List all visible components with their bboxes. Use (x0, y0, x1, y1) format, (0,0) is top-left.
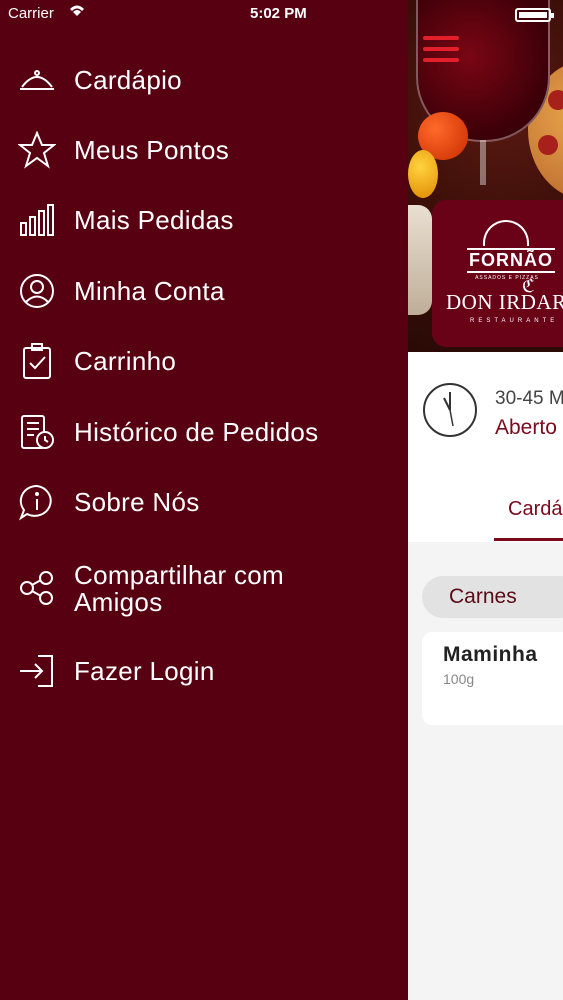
login-icon (18, 652, 56, 690)
menu-item-meus-pontos[interactable]: Meus Pontos (0, 120, 408, 180)
menu-item-carrinho[interactable]: Carrinho (0, 331, 408, 391)
hamburger-menu-icon[interactable] (423, 36, 459, 69)
bar-chart-icon (18, 201, 56, 239)
menu-item-minha-conta[interactable]: Minha Conta (0, 261, 408, 321)
logo-don-irdara: DON IRDARA (446, 290, 563, 314)
yellow-tomato-image (408, 150, 438, 198)
status-bar: Carrier 5:02 PM (0, 0, 563, 30)
category-header[interactable]: Carnes (422, 576, 563, 618)
tab-active-indicator (494, 538, 563, 541)
menu-item-sobre-nos[interactable]: Sobre Nós (0, 472, 408, 532)
menu-item-label: Minha Conta (74, 275, 225, 306)
clock-icon (423, 383, 477, 437)
clipboard-check-icon (18, 342, 56, 380)
menu-item-label: Cardápio (74, 64, 182, 95)
hero-image: FORNÃO ASSADOS E PIZZAS ℭ DON IRDARA RES… (408, 0, 563, 352)
menu-item-cardapio[interactable]: Cardápio (0, 50, 408, 110)
mushroom-image (408, 205, 432, 315)
user-circle-icon (18, 272, 56, 310)
receipt-clock-icon (18, 413, 56, 451)
category-label: Carnes (449, 585, 517, 608)
menu-item-label: Carrinho (74, 345, 177, 376)
restaurant-info: 30-45 M Aberto (408, 352, 563, 471)
delivery-time: 30-45 M (495, 388, 563, 409)
menu-item-historico[interactable]: Histórico de Pedidos (0, 402, 408, 462)
menu-item-label: Mais Pedidas (74, 204, 234, 235)
battery-icon (515, 8, 554, 22)
menu-item-label: Fazer Login (74, 655, 215, 686)
side-drawer: Cardápio Meus Pontos Mais Pedidas Minha … (0, 0, 408, 1000)
menu-item-label: Meus Pontos (74, 134, 230, 165)
open-status: Aberto (495, 416, 557, 439)
product-name: Maminha (443, 643, 538, 666)
menu-item-label: Histórico de Pedidos (74, 416, 319, 447)
menu-item-fazer-login[interactable]: Fazer Login (0, 641, 408, 701)
menu-item-compartilhar[interactable]: Compartilhar com Amigos (0, 558, 408, 618)
info-bubble-icon (18, 483, 56, 521)
restaurant-logo: FORNÃO ASSADOS E PIZZAS ℭ DON IRDARA RES… (432, 200, 563, 347)
share-icon (18, 569, 56, 607)
carrier-label: Carrier (8, 5, 54, 22)
product-description: 100g (443, 671, 475, 687)
status-time: 5:02 PM (250, 5, 307, 22)
cloche-icon (18, 61, 56, 99)
star-icon (18, 131, 56, 169)
tab-bar: Cardá (408, 470, 563, 542)
oven-arch-icon (483, 220, 529, 246)
menu-item-label: Compartilhar com Amigos (74, 560, 284, 617)
wifi-icon (68, 3, 86, 21)
main-content: FORNÃO ASSADOS E PIZZAS ℭ DON IRDARA RES… (408, 0, 563, 1000)
tab-cardapio[interactable]: Cardá (508, 498, 562, 521)
logo-fornao: FORNÃO ASSADOS E PIZZAS (467, 220, 555, 281)
menu-item-mais-pedidas[interactable]: Mais Pedidas (0, 190, 408, 250)
product-card[interactable]: Maminha 100g (422, 632, 563, 725)
menu-item-label: Sobre Nós (74, 486, 200, 517)
